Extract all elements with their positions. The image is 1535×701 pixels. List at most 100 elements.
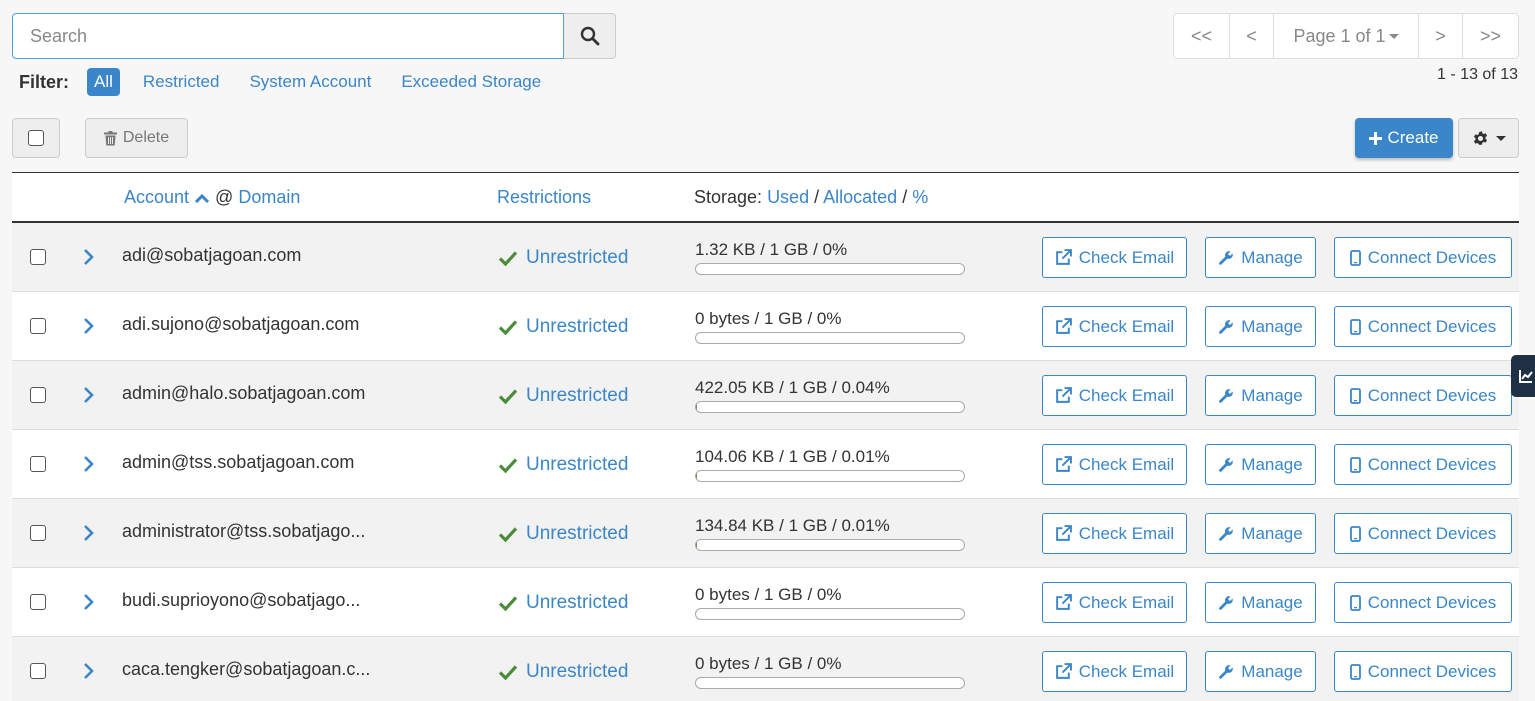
page-select[interactable]: Page 1 of 1: [1274, 14, 1419, 58]
table-row: admin@halo.sobatjagoan.com Unrestricted …: [12, 361, 1519, 430]
row-checkbox[interactable]: [30, 249, 46, 265]
connect-devices-label: Connect Devices: [1367, 247, 1497, 267]
check-email-button[interactable]: Check Email: [1042, 306, 1187, 347]
first-page-button[interactable]: <<: [1174, 14, 1230, 58]
account-email: admin@halo.sobatjagoan.com: [122, 383, 366, 403]
check-email-button[interactable]: Check Email: [1042, 237, 1187, 278]
manage-button[interactable]: Manage: [1205, 375, 1316, 416]
row-checkbox[interactable]: [30, 594, 46, 610]
sort-ascending-icon[interactable]: [194, 193, 210, 203]
create-button[interactable]: Create: [1355, 118, 1453, 158]
select-all-button[interactable]: [12, 118, 60, 158]
account-email: adi.sujono@sobatjagoan.com: [122, 314, 360, 334]
connect-devices-label: Connect Devices: [1367, 385, 1497, 405]
restriction-link[interactable]: Unrestricted: [498, 523, 628, 545]
storage-usage: 104.06 KB / 1 GB / 0.01%: [695, 447, 965, 482]
check-email-button[interactable]: Check Email: [1042, 375, 1187, 416]
at-separator: @: [215, 187, 234, 207]
trash-icon: [103, 130, 117, 145]
storage-progress-bar: [695, 608, 965, 620]
connect-devices-button[interactable]: Connect Devices: [1334, 237, 1512, 278]
account-email: administrator@tss.sobatjago...: [122, 521, 366, 541]
next-page-button[interactable]: >: [1419, 14, 1463, 58]
sort-restrictions-link[interactable]: Restrictions: [497, 187, 591, 208]
restriction-link[interactable]: Unrestricted: [498, 592, 628, 614]
sort-domain-link[interactable]: Domain: [238, 187, 300, 208]
chevron-right-icon[interactable]: [83, 662, 95, 680]
restriction-link[interactable]: Unrestricted: [498, 316, 628, 338]
filter-all[interactable]: All: [87, 68, 120, 96]
filter-restricted[interactable]: Restricted: [143, 72, 220, 92]
manage-button[interactable]: Manage: [1205, 513, 1316, 554]
check-icon: [498, 251, 518, 266]
restriction-label: Unrestricted: [526, 316, 629, 337]
create-label: Create: [1387, 128, 1439, 147]
chevron-right-icon[interactable]: [83, 524, 95, 542]
row-checkbox[interactable]: [30, 387, 46, 403]
storage-progress-fill: [696, 471, 698, 481]
filter-bar: Filter: All Restricted System Account Ex…: [19, 67, 571, 97]
manage-button[interactable]: Manage: [1205, 306, 1316, 347]
check-icon: [498, 665, 518, 680]
check-email-label: Check Email: [1078, 523, 1175, 543]
restriction-label: Unrestricted: [526, 385, 629, 406]
check-email-button[interactable]: Check Email: [1042, 444, 1187, 485]
select-all-checkbox[interactable]: [28, 130, 44, 146]
manage-button[interactable]: Manage: [1205, 237, 1316, 278]
connect-devices-button[interactable]: Connect Devices: [1334, 513, 1512, 554]
restriction-link[interactable]: Unrestricted: [498, 454, 628, 476]
row-checkbox[interactable]: [30, 456, 46, 472]
prev-page-button[interactable]: <: [1230, 14, 1274, 58]
account-email: admin@tss.sobatjagoan.com: [122, 452, 355, 472]
delete-button[interactable]: Delete: [85, 118, 188, 158]
storage-progress-bar: [695, 677, 965, 689]
stats-side-tab[interactable]: [1511, 355, 1535, 397]
chevron-right-icon[interactable]: [83, 386, 95, 404]
check-email-label: Check Email: [1078, 661, 1175, 681]
storage-progress-bar: [695, 332, 965, 344]
search-button[interactable]: [564, 13, 616, 59]
sort-percent-link[interactable]: %: [912, 187, 928, 207]
sort-account-link[interactable]: Account: [124, 187, 189, 208]
restriction-link[interactable]: Unrestricted: [498, 247, 628, 269]
connect-devices-button[interactable]: Connect Devices: [1334, 306, 1512, 347]
external-link-icon: [1055, 318, 1072, 334]
restriction-label: Unrestricted: [526, 523, 629, 544]
connect-devices-button[interactable]: Connect Devices: [1334, 582, 1512, 623]
connect-devices-label: Connect Devices: [1367, 661, 1497, 681]
caret-down-icon: [1388, 33, 1399, 39]
chevron-right-icon[interactable]: [83, 593, 95, 611]
last-page-button[interactable]: >>: [1463, 14, 1518, 58]
storage-usage: 134.84 KB / 1 GB / 0.01%: [695, 516, 965, 551]
manage-label: Manage: [1241, 661, 1303, 681]
restriction-link[interactable]: Unrestricted: [498, 661, 628, 683]
storage-usage: 1.32 KB / 1 GB / 0%: [695, 240, 965, 275]
manage-button[interactable]: Manage: [1205, 444, 1316, 485]
sort-allocated-link[interactable]: Allocated: [823, 187, 897, 207]
wrench-icon: [1219, 664, 1234, 679]
connect-devices-button[interactable]: Connect Devices: [1334, 444, 1512, 485]
manage-button[interactable]: Manage: [1205, 651, 1316, 692]
chevron-right-icon[interactable]: [83, 248, 95, 266]
storage-text: 422.05 KB / 1 GB / 0.04%: [695, 378, 890, 397]
check-email-button[interactable]: Check Email: [1042, 513, 1187, 554]
search-input[interactable]: [12, 13, 564, 59]
sort-used-link[interactable]: Used: [767, 187, 809, 207]
check-email-button[interactable]: Check Email: [1042, 582, 1187, 623]
chevron-right-icon[interactable]: [83, 317, 95, 335]
account-email: adi@sobatjagoan.com: [122, 245, 302, 265]
chevron-right-icon[interactable]: [83, 455, 95, 473]
row-checkbox[interactable]: [30, 525, 46, 541]
filter-system-account[interactable]: System Account: [249, 72, 371, 92]
row-checkbox[interactable]: [30, 318, 46, 334]
settings-dropdown-button[interactable]: [1458, 118, 1519, 158]
row-checkbox[interactable]: [30, 663, 46, 679]
wrench-icon: [1219, 595, 1234, 610]
restriction-link[interactable]: Unrestricted: [498, 385, 628, 407]
filter-exceeded-storage[interactable]: Exceeded Storage: [401, 72, 541, 92]
check-email-button[interactable]: Check Email: [1042, 651, 1187, 692]
manage-button[interactable]: Manage: [1205, 582, 1316, 623]
connect-devices-button[interactable]: Connect Devices: [1334, 651, 1512, 692]
storage-progress-bar: [695, 470, 965, 482]
connect-devices-button[interactable]: Connect Devices: [1334, 375, 1512, 416]
